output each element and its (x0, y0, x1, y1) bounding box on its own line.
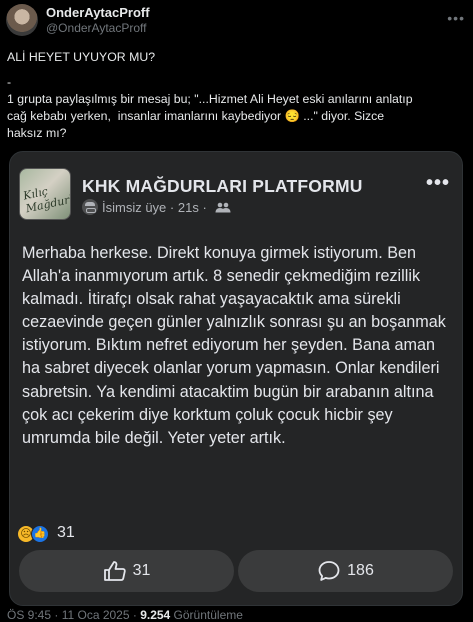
tweet-timestamp[interactable]: ÖS 9:45 · 11 Oca 2025 · (7, 608, 140, 622)
author-handle[interactable]: @OnderAytacProff (46, 21, 146, 35)
tweet-line: 1 grupta paylaşılmış bir mesaj bu; "...H… (7, 92, 413, 106)
embedded-screenshot-card[interactable]: Kılıç Mağdurları KHK MAĞDURLARI PLATFORM… (9, 151, 463, 606)
tweet-footer: ÖS 9:45 · 11 Oca 2025 · 9.254 Görüntülem… (7, 608, 243, 622)
group-avatar: Kılıç Mağdurları (19, 168, 71, 220)
like-button: 31 (19, 550, 234, 592)
comment-count: 186 (347, 562, 374, 579)
thumbs-up-icon (103, 561, 126, 581)
comment-button: 186 (238, 550, 453, 592)
meta-separator: · (202, 200, 207, 215)
author-label: İsimsiz üye (102, 200, 167, 215)
meta-separator: · (169, 200, 178, 215)
post-meta: İsimsiz üye · 21s · (102, 200, 207, 215)
more-icon[interactable]: ••• (447, 10, 465, 26)
author-avatar[interactable] (6, 4, 38, 36)
post-body: Merhaba herkese. Direkt konuya girmek is… (22, 244, 446, 447)
comment-icon (318, 561, 340, 581)
group-icon (215, 202, 231, 216)
like-count: 31 (132, 562, 151, 579)
tweet-header: OnderAytacProff @OnderAytacProff ••• (6, 2, 467, 38)
tweet-line: haksız mı? (7, 126, 67, 140)
views-label: Görüntüleme (170, 608, 243, 622)
group-title: KHK MAĞDURLARI PLATFORMU (82, 176, 363, 196)
anonymous-icon (82, 199, 98, 215)
view-count: 9.254 (140, 608, 171, 622)
more-icon: ••• (425, 172, 450, 194)
tweet-line: - (7, 75, 12, 89)
reaction-count: 31 (57, 524, 75, 541)
like-reaction-icon: 👍 (31, 525, 49, 543)
author-name[interactable]: OnderAytacProff (46, 5, 150, 20)
tweet-line: cağ kebabı yerken, insanlar imanlarını k… (7, 109, 385, 123)
tweet-text: ALİ HEYET UYUYOR MU? - 1 grupta paylaşıl… (7, 49, 467, 142)
group-avatar-text: Kılıç Mağdurları (21, 184, 71, 216)
post-time: 21s (177, 200, 199, 215)
tweet-line: ALİ HEYET UYUYOR MU? (7, 50, 156, 64)
